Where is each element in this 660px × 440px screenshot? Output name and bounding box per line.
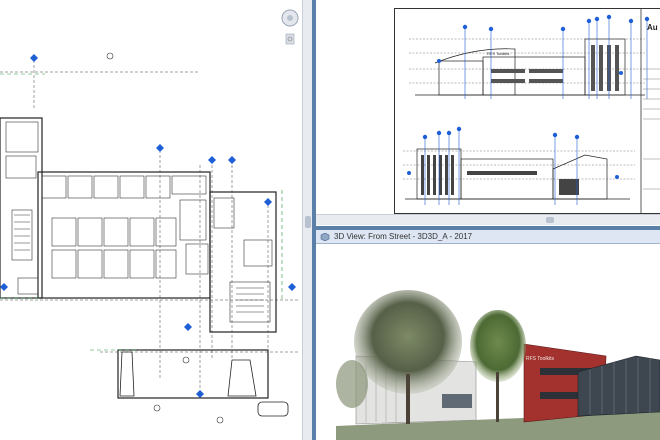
elevations-hscrollbar[interactable] (316, 214, 660, 225)
floor-plan-drawing (0, 52, 300, 424)
render-3d-view[interactable]: 3D View: From Street - 3D3D_A - 2017 RFS… (316, 230, 660, 440)
elevations-hscroll-thumb[interactable] (546, 217, 554, 223)
floor-plan-vscroll-thumb[interactable] (305, 216, 311, 228)
render-view-titlebar: 3D View: From Street - 3D3D_A - 2017 (316, 230, 660, 244)
sheet-logo: Au (647, 23, 658, 32)
view-3d-icon (320, 233, 330, 241)
floor-plan-view[interactable] (0, 0, 302, 440)
elevations-sheet-view[interactable]: RFS Toolkits Au (316, 0, 660, 226)
steering-wheel-icon[interactable] (280, 4, 300, 52)
building-sign-render: RFS Toolkits (526, 356, 554, 362)
building-sign-top: RFS Toolkits (487, 51, 509, 56)
rendered-building-image: RFS Toolkits (316, 244, 660, 440)
elevation-sheet: RFS Toolkits Au (394, 8, 660, 214)
render-view-title: 3D View: From Street - 3D3D_A - 2017 (334, 232, 473, 241)
elevation-drawings: RFS Toolkits (403, 9, 660, 213)
